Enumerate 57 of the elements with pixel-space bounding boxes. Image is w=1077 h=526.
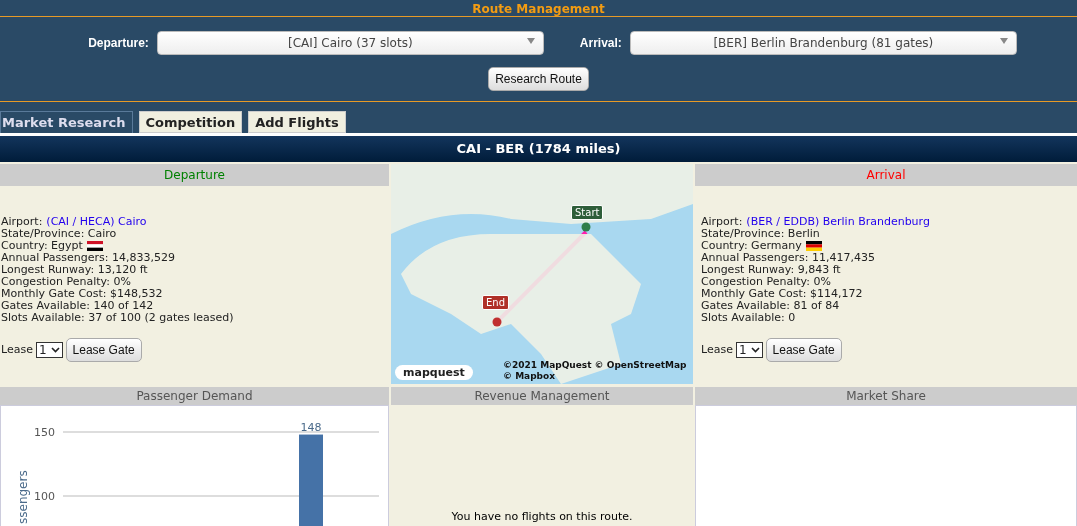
map-logo: mapquest <box>395 365 473 380</box>
info-text: Congestion Penalty: 0% <box>1 276 131 288</box>
tick-label: 100 <box>34 490 55 503</box>
end-marker-icon <box>492 317 502 327</box>
route-map[interactable]: Start End mapquest ©2021 MapQuest © OpenStreetMap © Mapbox <box>391 164 693 384</box>
airport-select[interactable]: [CAI] Cairo (37 slots) <box>156 31 544 55</box>
panel-heading: Arrival <box>695 164 1077 186</box>
page-title: Route Management <box>472 2 605 16</box>
select-label: Arrival: <box>579 36 622 50</box>
info-text: Annual Passengers: 14,833,529 <box>1 252 175 264</box>
tick-label: 150 <box>34 426 55 439</box>
lease-select[interactable]: 1 <box>35 342 63 358</box>
info-text: State/Province: Berlin <box>701 228 820 240</box>
lease-label: Lease <box>1 344 33 356</box>
info-text: Annual Passengers: 11,417,435 <box>701 252 875 264</box>
airport-select[interactable]: [BER] Berlin Brandenburg (81 gates) <box>629 31 1017 55</box>
airport-link[interactable]: (CAI / HECA) Cairo <box>46 216 147 228</box>
flag-icon <box>86 241 103 251</box>
field-label: Airport: <box>1 216 43 228</box>
no-flights-message: You have no flights on this route. <box>451 510 633 523</box>
field-label: Airport: <box>701 216 743 228</box>
info-text: Gates Available: 81 of 84 <box>701 300 840 312</box>
info-text: State/Province: Cairo <box>1 228 117 240</box>
lease-gate-button[interactable]: Lease Gate <box>65 338 142 362</box>
select-label: Departure: <box>88 36 149 50</box>
info-text: Country: Germany <box>701 240 802 252</box>
end-marker-label: End <box>482 295 509 310</box>
info-text: Slots Available: 37 of 100 (2 gates leased) <box>1 312 234 324</box>
info-text: Country: Egypt <box>1 240 83 252</box>
info-text: Longest Runway: 13,120 ft <box>1 264 148 276</box>
info-text: Gates Available: 140 of 142 <box>1 300 154 312</box>
lease-label: Lease <box>701 344 733 356</box>
start-marker-label: Start <box>571 205 604 220</box>
tab[interactable]: Competition <box>138 111 243 133</box>
info-text: Monthly Gate Cost: $114,172 <box>701 288 863 300</box>
section-heading: Market Share <box>695 387 1077 405</box>
section-heading: Passenger Demand <box>0 387 389 405</box>
chevron-down-icon <box>750 347 760 353</box>
tab[interactable]: Add Flights <box>248 111 346 133</box>
bar-value-label: 148 <box>300 420 322 434</box>
panel-heading: Departure <box>0 164 389 186</box>
research-route-button[interactable]: Research Route <box>488 67 589 91</box>
info-text: Longest Runway: 9,843 ft <box>701 264 841 276</box>
info-text: Congestion Penalty: 0% <box>701 276 831 288</box>
start-marker-icon <box>581 222 591 232</box>
airport-link[interactable]: (BER / EDDB) Berlin Brandenburg <box>746 216 930 228</box>
info-text: Monthly Gate Cost: $148,532 <box>1 288 163 300</box>
y-axis-label: ssengers <box>16 470 30 524</box>
section-heading: Revenue Management <box>391 387 693 405</box>
lease-gate-button[interactable]: Lease Gate <box>765 338 842 362</box>
info-text: Slots Available: 0 <box>701 312 796 324</box>
flag-icon <box>805 241 822 251</box>
chevron-down-icon <box>50 347 60 353</box>
tab[interactable]: Market Research <box>0 111 133 133</box>
map-attribution: ©2021 MapQuest © OpenStreetMap © Mapbox <box>503 360 688 382</box>
route-title: CAI - BER (1784 miles) <box>0 136 1077 162</box>
lease-select[interactable]: 1 <box>735 342 763 358</box>
